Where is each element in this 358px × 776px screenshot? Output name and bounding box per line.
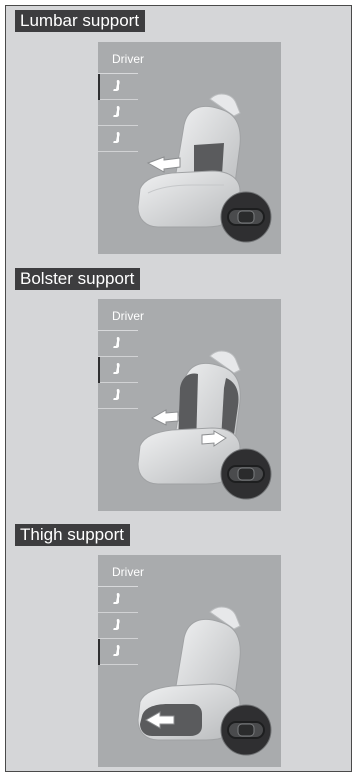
seat-icon (113, 106, 120, 117)
seat-icon (113, 593, 120, 604)
seat-icon (113, 389, 120, 400)
panel-label: Driver (112, 565, 144, 579)
seat-adjustment-panel: Driver (98, 42, 281, 254)
section-title: Thigh support (15, 524, 130, 546)
manual-illustration-frame: Lumbar support Driver Bolster support Dr… (5, 5, 352, 772)
section-title: Bolster support (15, 268, 141, 290)
arrow-icon (150, 409, 179, 426)
panel-label: Driver (112, 309, 144, 323)
panel-label: Driver (112, 52, 144, 66)
seat-icon (113, 645, 120, 656)
seat-icon (113, 619, 120, 630)
seat-icon (113, 80, 120, 91)
arrow-icon (146, 156, 181, 173)
section-title: Lumbar support (15, 10, 146, 32)
seat-adjustment-panel: Driver (98, 555, 281, 767)
seat-control-dial-icon (220, 448, 272, 500)
seat-icon (113, 337, 120, 348)
seat-control-dial-icon (220, 704, 272, 756)
seat-control-dial-icon (220, 191, 272, 243)
seat-icon (113, 132, 120, 143)
seat-adjustment-panel: Driver (98, 299, 281, 511)
seat-icon (113, 363, 120, 374)
